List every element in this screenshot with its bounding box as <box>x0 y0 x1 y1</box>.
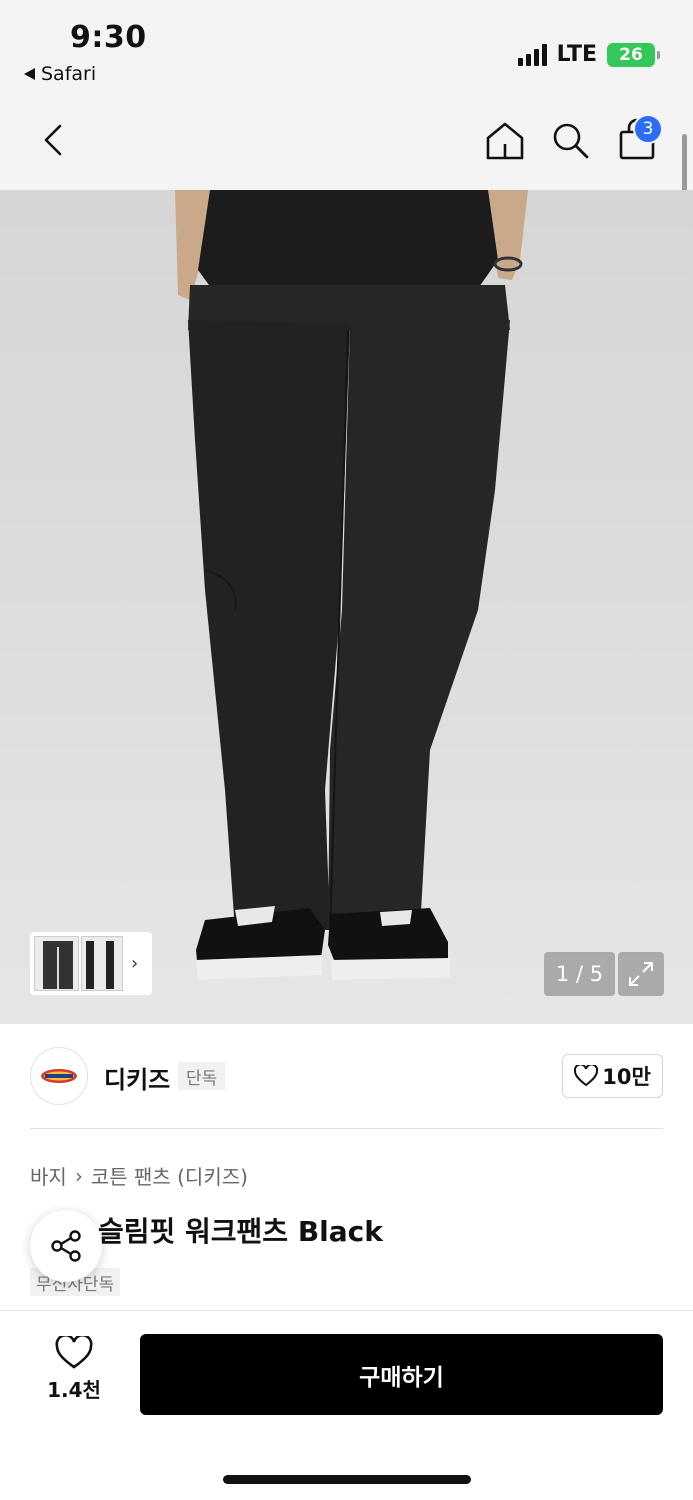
expand-button[interactable] <box>618 952 664 996</box>
image-counter: 1 / 5 <box>544 952 615 996</box>
status-time: 9:30 <box>70 20 147 55</box>
chevron-right-icon: › <box>131 953 139 974</box>
home-button[interactable] <box>484 120 526 162</box>
brand-logo[interactable] <box>30 1047 88 1105</box>
home-icon <box>486 122 524 160</box>
cart-count-badge: 3 <box>633 114 663 144</box>
breadcrumb-category[interactable]: 바지 <box>30 1161 67 1190</box>
product-photo <box>175 190 528 980</box>
thumbnail-strip[interactable]: › <box>30 932 152 995</box>
like-count: 1.4천 <box>47 1378 101 1402</box>
like-button[interactable]: 1.4천 <box>30 1336 118 1412</box>
back-app-label: Safari <box>41 63 97 85</box>
heart-icon <box>55 1336 93 1369</box>
brand-like-button[interactable]: 10만 <box>562 1054 663 1098</box>
dickies-logo-icon <box>41 1069 77 1083</box>
battery-level: 26 <box>619 44 643 65</box>
signal-icon <box>517 43 547 66</box>
back-to-app-link[interactable]: Safari <box>24 63 96 85</box>
thumbnail-pants-image <box>43 941 73 989</box>
home-indicator[interactable] <box>223 1475 471 1484</box>
share-button[interactable] <box>30 1210 102 1282</box>
brand-exclusive-tag: 단독 <box>178 1062 226 1090</box>
buy-button[interactable]: 구매하기 <box>140 1334 663 1415</box>
back-button[interactable] <box>36 120 76 160</box>
product-title-text: 슬림핏 워크팬츠 Black <box>98 1215 383 1248</box>
thumbnail-image[interactable] <box>34 936 79 991</box>
chevron-left-icon <box>44 124 62 156</box>
brand-like-count: 10만 <box>602 1065 651 1089</box>
search-button[interactable] <box>550 120 590 160</box>
divider <box>30 1128 663 1129</box>
thumbnail-image[interactable] <box>81 936 123 991</box>
breadcrumb-subcategory[interactable]: 코튼 팬츠 (디키즈) <box>91 1161 248 1190</box>
breadcrumb-separator: › <box>74 1163 83 1188</box>
battery-icon: 26 <box>607 42 660 67</box>
brand-name[interactable]: 디키즈 <box>104 1060 170 1095</box>
expand-icon <box>629 962 653 986</box>
thumbnail-pants-image <box>86 941 114 989</box>
top-nav <box>0 100 693 190</box>
back-triangle-icon <box>24 68 35 80</box>
status-bar: 9:30 Safari LTE 26 <box>0 0 693 100</box>
status-indicators: LTE 26 <box>517 42 660 67</box>
network-label: LTE <box>556 42 597 67</box>
heart-icon <box>574 1065 599 1087</box>
breadcrumb: 바지 › 코튼 팬츠 (디키즈) <box>30 1161 248 1190</box>
product-image[interactable] <box>0 190 693 1024</box>
search-icon <box>553 123 589 159</box>
share-icon <box>51 1230 81 1262</box>
